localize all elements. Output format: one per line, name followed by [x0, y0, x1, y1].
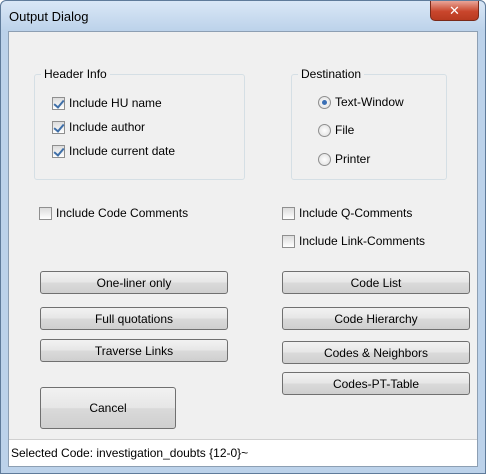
checkbox-box[interactable] — [52, 120, 65, 134]
printer-label: Printer — [335, 152, 371, 166]
header-info-label: Header Info — [41, 67, 110, 81]
checkbox-box[interactable] — [39, 206, 52, 220]
include-current-date-checkbox[interactable]: Include current date — [52, 143, 175, 159]
include-link-comments-checkbox[interactable]: Include Link-Comments — [282, 233, 425, 249]
checkbox-box[interactable] — [52, 144, 65, 158]
destination-label: Destination — [298, 67, 365, 81]
output-dialog-window: Output Dialog ✕ Header Info Include HU n… — [0, 0, 486, 474]
file-label: File — [335, 123, 355, 137]
codes-pt-table-button[interactable]: Codes-PT-Table — [282, 372, 470, 395]
close-button[interactable]: ✕ — [430, 1, 479, 21]
text-window-label: Text-Window — [335, 95, 404, 109]
close-icon: ✕ — [449, 2, 460, 18]
destination-printer-radio[interactable]: Printer — [318, 151, 370, 167]
window-title: Output Dialog — [9, 9, 89, 24]
radio-button[interactable] — [318, 95, 331, 109]
code-list-button[interactable]: Code List — [282, 271, 470, 294]
dialog-client-area: Header Info Include HU name Include auth… — [8, 31, 478, 467]
include-code-comments-label: Include Code Comments — [56, 206, 189, 220]
code-hierarchy-button[interactable]: Code Hierarchy — [282, 307, 470, 330]
include-code-comments-checkbox[interactable]: Include Code Comments — [39, 205, 188, 221]
checkbox-box[interactable] — [52, 96, 65, 110]
radio-button[interactable] — [318, 123, 331, 137]
include-q-comments-label: Include Q-Comments — [299, 206, 413, 220]
include-link-comments-label: Include Link-Comments — [299, 234, 426, 248]
include-hu-name-checkbox[interactable]: Include HU name — [52, 95, 162, 111]
codes-neighbors-button[interactable]: Codes & Neighbors — [282, 341, 470, 364]
include-author-checkbox[interactable]: Include author — [52, 119, 145, 135]
destination-file-radio[interactable]: File — [318, 122, 354, 138]
checkbox-box[interactable] — [282, 206, 295, 220]
radio-button[interactable] — [318, 152, 331, 166]
traverse-links-button[interactable]: Traverse Links — [40, 339, 228, 362]
include-current-date-label: Include current date — [69, 144, 176, 158]
include-q-comments-checkbox[interactable]: Include Q-Comments — [282, 205, 412, 221]
checkbox-box[interactable] — [282, 234, 295, 248]
include-author-label: Include author — [69, 120, 146, 134]
cancel-button[interactable]: Cancel — [40, 387, 176, 429]
destination-text-window-radio[interactable]: Text-Window — [318, 94, 404, 110]
full-quotations-button[interactable]: Full quotations — [40, 307, 228, 330]
selected-code-status: Selected Code: investigation_doubts {12-… — [11, 446, 249, 460]
destination-group: Destination Text-Window File Printer — [291, 67, 447, 180]
status-bar: Selected Code: investigation_doubts {12-… — [9, 439, 477, 466]
one-liner-only-button[interactable]: One-liner only — [40, 271, 228, 294]
include-hu-name-label: Include HU name — [69, 96, 162, 110]
header-info-group: Header Info Include HU name Include auth… — [34, 67, 245, 180]
title-bar[interactable]: Output Dialog ✕ — [1, 1, 485, 31]
